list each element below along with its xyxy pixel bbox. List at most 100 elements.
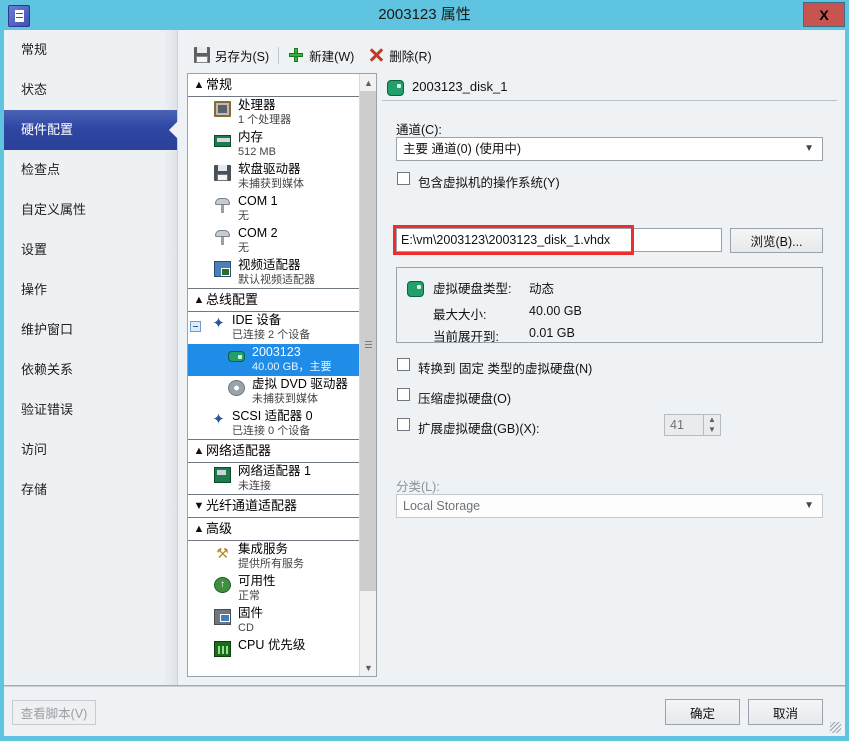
hard-disk-icon — [228, 351, 245, 362]
sidebar-item-custom-properties[interactable]: 自定义属性 — [4, 190, 177, 230]
tree-node-sub: 已连接 2 个设备 — [232, 329, 311, 341]
sidebar-item-actions[interactable]: 操作 — [4, 270, 177, 310]
classification-select[interactable]: Local Storage ▼ — [396, 494, 823, 518]
scrollbar-thumb[interactable] — [360, 91, 376, 591]
sidebar-item-access[interactable]: 访问 — [4, 430, 177, 470]
floppy-icon — [214, 165, 231, 181]
tree-node-disk-2003123[interactable]: 2003123 40.00 GB，主要 — [188, 344, 360, 376]
disk-type-label: 虚拟硬盘类型: — [433, 282, 512, 296]
view-script-button[interactable]: 查看脚本(V) — [12, 700, 96, 725]
dialog-body: 常规 状态 硬件配置 检查点 自定义属性 设置 操作 维护窗口 依赖关系 验证错… — [4, 30, 845, 685]
integration-services-icon: ⚒ — [216, 545, 229, 561]
channel-select[interactable]: 主要 通道(0) (使用中) ▼ — [396, 137, 823, 161]
close-x-icon — [368, 47, 384, 63]
sidebar-item-general[interactable]: 常规 — [4, 30, 177, 70]
expand-size-stepper[interactable]: 41 ▲ ▼ — [664, 414, 721, 436]
tree-node-video-adapter[interactable]: 视频适配器 默认视频适配器 — [188, 257, 360, 289]
cancel-button[interactable]: 取消 — [748, 699, 823, 725]
tree-node-integration-services[interactable]: ⚒ 集成服务 提供所有服务 — [188, 541, 360, 573]
scroll-down-button[interactable]: ▼ — [360, 659, 376, 676]
window-title: 2003123 属性 — [378, 6, 471, 23]
tree-node-firmware[interactable]: 固件 CD — [188, 605, 360, 637]
tree-node-ide-device[interactable]: ✦ IDE 设备 已连接 2 个设备 — [188, 312, 360, 344]
tree-node-virtual-dvd-drive[interactable]: 虚拟 DVD 驱动器 未捕获到媒体 — [188, 376, 360, 408]
dialog-footer: 查看脚本(V) 确定 取消 — [4, 686, 845, 736]
tree-node-com2[interactable]: COM 2 无 — [188, 225, 360, 257]
ide-device-icon: ✦ — [212, 315, 225, 332]
tree-node-title: 内存 — [238, 130, 264, 144]
tree-node-title: IDE 设备 — [232, 313, 282, 327]
disk-detail-header: 2003123_disk_1 — [382, 73, 837, 101]
expand-disk-checkbox[interactable] — [397, 418, 410, 431]
sidebar-item-dependencies[interactable]: 依赖关系 — [4, 350, 177, 390]
sidebar-item-storage[interactable]: 存储 — [4, 470, 177, 510]
hard-disk-icon — [407, 281, 424, 297]
tree-node-title: SCSI 适配器 0 — [232, 409, 313, 423]
tree-node-title: 2003123 — [252, 345, 301, 359]
browse-button[interactable]: 浏览(B)... — [730, 228, 823, 253]
tree-node-title: 可用性 — [238, 574, 276, 588]
tree-node-cpu-priority[interactable]: CPU 优先级 — [188, 637, 360, 669]
hardware-config-pane: 另存为(S) 新建(W) 删除(R) ▲ 常规 处理器 1 个处理器 内存 51… — [179, 30, 845, 685]
max-size-value: 40.00 GB — [529, 304, 582, 318]
sidebar-item-validation-errors[interactable]: 验证错误 — [4, 390, 177, 430]
tree-node-network-adapter-1[interactable]: 网络适配器 1 未连接 — [188, 463, 360, 495]
firmware-icon — [214, 609, 231, 625]
tree-node-sub: 已连接 0 个设备 — [232, 425, 311, 437]
tree-group-label: 常规 — [206, 77, 233, 92]
hardware-tree[interactable]: ▲ 常规 处理器 1 个处理器 内存 512 MB 软盘驱动器 未捕获到媒体 C… — [187, 73, 377, 677]
chevron-up-icon: ▲ — [193, 294, 205, 306]
sidebar-item-settings[interactable]: 设置 — [4, 230, 177, 270]
new-button[interactable]: 新建(W) — [281, 43, 361, 67]
tree-group-label: 光纤通道适配器 — [206, 498, 298, 513]
classification-value: Local Storage — [403, 499, 481, 513]
current-expanded-value: 0.01 GB — [529, 326, 575, 340]
tree-node-floppy-drive[interactable]: 软盘驱动器 未捕获到媒体 — [188, 161, 360, 193]
tree-group-network-adapters[interactable]: ▲ 网络适配器 — [188, 439, 360, 463]
scrollbar-grip-icon — [365, 341, 372, 348]
tree-node-memory[interactable]: 内存 512 MB — [188, 129, 360, 161]
tree-node-sub: 未捕获到媒体 — [238, 178, 304, 190]
save-as-button[interactable]: 另存为(S) — [187, 43, 276, 67]
compact-disk-checkbox[interactable] — [397, 388, 410, 401]
tree-node-processor[interactable]: 处理器 1 个处理器 — [188, 97, 360, 129]
scroll-up-button[interactable]: ▲ — [360, 74, 376, 91]
stepper-down-icon[interactable]: ▼ — [704, 425, 720, 435]
tree-group-general[interactable]: ▲ 常规 — [188, 74, 360, 97]
tree-node-title: COM 2 — [238, 226, 278, 240]
convert-to-fixed-checkbox[interactable] — [397, 358, 410, 371]
delete-button[interactable]: 删除(R) — [361, 43, 438, 67]
close-button[interactable]: X — [803, 2, 845, 27]
resize-grip-icon[interactable] — [830, 722, 841, 733]
toolbar-separator — [278, 46, 280, 64]
classification-label: 分类(L): — [396, 480, 440, 494]
sidebar-item-checkpoints[interactable]: 检查点 — [4, 150, 177, 190]
disk-path-input[interactable]: E:\vm\2003123\2003123_disk_1.vhdx — [396, 228, 722, 252]
tree-node-title: 软盘驱动器 — [238, 162, 301, 176]
disk-name: 2003123_disk_1 — [412, 79, 508, 94]
contains-os-label: 包含虚拟机的操作系统(Y) — [418, 176, 560, 190]
tree-group-advanced[interactable]: ▲ 高级 — [188, 517, 360, 541]
tree-group-bus-config[interactable]: ▲ 总线配置 — [188, 288, 360, 312]
tree-node-com1[interactable]: COM 1 无 — [188, 193, 360, 225]
compact-disk-label: 压缩虚拟硬盘(O) — [418, 392, 512, 406]
tree-group-fibre-channel-adapters[interactable]: ▼ 光纤通道适配器 — [188, 494, 360, 518]
tree-node-availability[interactable]: ↑ 可用性 正常 — [188, 573, 360, 605]
tree-node-scsi-adapter-0[interactable]: ✦ SCSI 适配器 0 已连接 0 个设备 — [188, 408, 360, 440]
contains-os-checkbox[interactable] — [397, 172, 410, 185]
chevron-up-icon: ▲ — [193, 445, 205, 457]
properties-dialog: 2003123 属性 X 常规 状态 硬件配置 检查点 自定义属性 设置 操作 … — [0, 0, 849, 741]
sidebar-item-status[interactable]: 状态 — [4, 70, 177, 110]
sidebar-item-maintenance-window[interactable]: 维护窗口 — [4, 310, 177, 350]
channel-value: 主要 通道(0) (使用中) — [403, 142, 522, 156]
sidebar-item-hardware-config[interactable]: 硬件配置 — [4, 110, 178, 150]
stepper-buttons[interactable]: ▲ ▼ — [703, 415, 720, 435]
collapse-expander-icon[interactable] — [190, 321, 201, 332]
chevron-down-icon: ▼ — [193, 500, 205, 512]
tree-scrollbar[interactable]: ▲ ▼ — [359, 74, 376, 676]
convert-to-fixed-label: 转换到 固定 类型的虚拟硬盘(N) — [418, 362, 593, 376]
video-adapter-icon — [214, 261, 231, 277]
tree-node-sub: CD — [238, 622, 254, 634]
plus-icon — [288, 47, 304, 63]
ok-button[interactable]: 确定 — [665, 699, 740, 725]
